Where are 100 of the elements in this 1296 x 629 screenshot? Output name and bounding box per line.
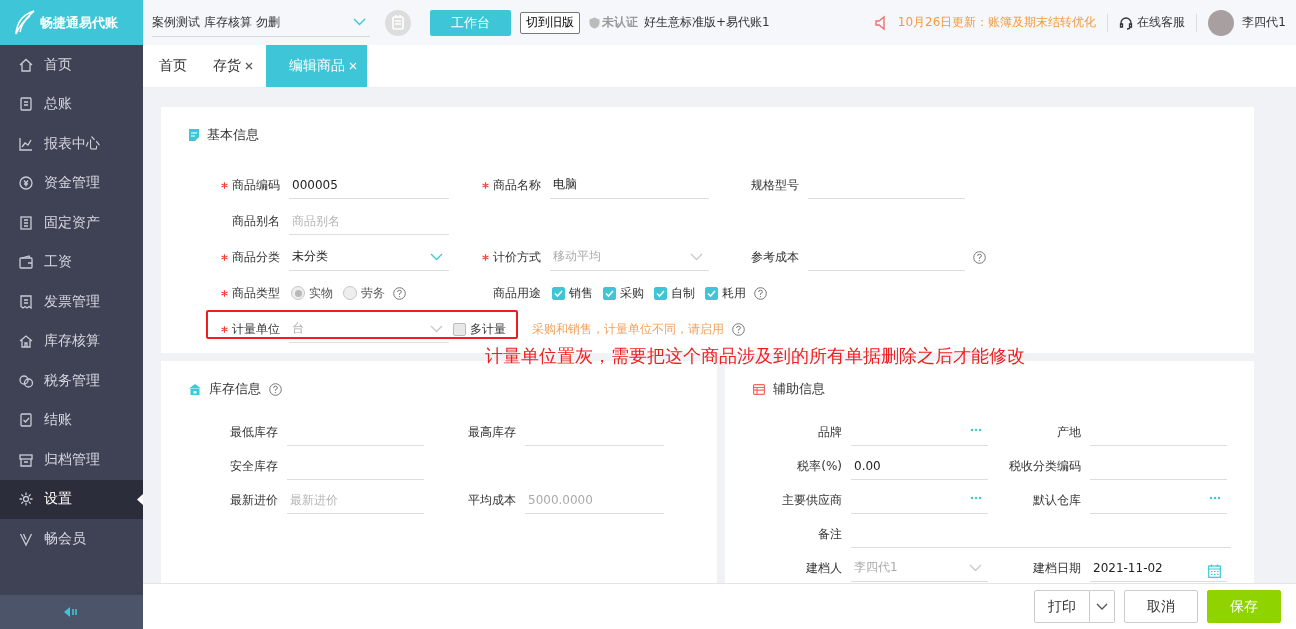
user-name[interactable]: 李四代1 [1242,14,1286,31]
field-label: 最新进价 [229,491,279,509]
field-label: 商品类型 [161,284,285,302]
required-mark-icon [221,181,228,189]
input-field[interactable]: 最新进价 [287,486,424,514]
required-mark-icon [482,253,489,261]
collapse-bar[interactable] [0,595,143,629]
document-check-icon [18,412,34,429]
field-label: 安全库存 [229,457,279,475]
field-label: 产地 [1056,423,1082,441]
print-button[interactable]: 打印 [1034,590,1090,623]
sidebar-item[interactable]: 固定资产 [0,203,143,243]
gear-icon [18,491,34,508]
required-mark-icon [221,253,228,261]
sidebar-item[interactable]: 发票管理 [0,282,143,322]
coin-icon [18,175,34,192]
section-title: 辅助信息 [773,380,825,398]
sidebar-item[interactable]: 工资 [0,242,143,282]
collapse-arrow-icon [63,607,80,617]
checkbox[interactable] [603,286,616,300]
field-label: 参考成本 [750,248,800,266]
shield-icon [589,16,600,29]
section-title: 库存信息 [209,380,261,398]
calendar-icon[interactable] [1208,563,1221,578]
house-icon [189,383,201,395]
house-icon [18,333,34,350]
help-icon[interactable] [754,286,767,300]
pointer-icon [137,493,143,505]
support-link[interactable]: 在线客服 [1137,14,1186,31]
checkbox[interactable] [654,286,667,300]
checkbox-label: 销售 [569,284,593,302]
sidebar-item[interactable]: 报表中心 [0,124,143,164]
home-icon [18,56,34,73]
field-label: 品牌 [817,423,843,441]
select-field[interactable]: 未分类 [289,243,449,271]
chevron-down-icon [1096,602,1108,611]
chevron-down-icon [969,563,982,572]
account-select[interactable]: 案例测试 库存核算 勿删 [152,8,370,37]
field-label: 商品用途 [492,284,542,302]
sidebar-item[interactable]: 畅会员 [0,519,143,559]
checkbox-label: 耗用 [722,284,746,302]
field-label: 建档日期 [1032,559,1082,577]
checkbox[interactable] [705,286,718,300]
cert-status: 未认证 [602,14,638,31]
field-label: 主要供应商 [781,491,843,509]
help-icon[interactable] [269,382,282,396]
chevron-down-icon [430,324,443,333]
checkbox[interactable] [552,286,565,300]
old-version-button[interactable]: 切到旧版 [520,11,580,34]
calendar-round-icon[interactable] [384,8,412,37]
close-icon[interactable] [245,62,253,70]
required-mark-icon [221,289,228,297]
avatar-icon[interactable] [1208,9,1235,36]
sidebar-item[interactable]: 总账 [0,84,143,124]
chevron-down-icon [353,18,366,26]
field-label: 商品名称 [449,176,546,194]
sidebar-item[interactable]: 归档管理 [0,440,143,480]
tab[interactable]: 存货 [200,45,266,87]
sidebar-item[interactable]: 设置 [0,479,143,519]
input-field[interactable]: 商品别名 [289,207,449,235]
input-field[interactable]: 电脑 [550,171,709,199]
input-field[interactable]: 0.00 [851,452,988,480]
input-field[interactable]: 000005 [289,171,449,199]
sidebar-item[interactable]: 库存核算 [0,321,143,361]
help-icon[interactable] [973,250,986,264]
checkbox-label: 自制 [671,284,695,302]
cancel-button[interactable]: 取消 [1124,590,1198,623]
annotation-text: 计量单位置灰，需要把这个商品涉及到的所有单据删除之后才能修改 [485,344,1025,368]
wallet-icon [18,254,34,271]
more-icon[interactable] [1209,495,1221,500]
more-icon[interactable] [970,427,982,432]
sidebar-item[interactable]: 税务管理 [0,361,143,401]
field-label: 商品别名 [231,212,281,230]
field-label: 税收分类编码 [1008,457,1082,475]
radio-label: 劳务 [361,284,385,302]
checkbox-label: 多计量 [470,320,506,338]
tab[interactable]: 首页 [146,45,200,87]
sidebar-item[interactable]: 首页 [0,45,143,85]
print-dropdown-button[interactable] [1090,590,1115,623]
coins-icon [18,372,34,389]
chevron-down-icon [690,252,703,261]
logo-text: 畅捷通易代账 [40,13,118,32]
field-label: 计量单位 [161,320,285,338]
feather-logo-icon [14,9,36,36]
receipt-icon [18,293,34,310]
date-field[interactable]: 2021-11-02 [1090,554,1227,582]
field-label: 税率(%) [796,457,843,475]
field-label: 最低库存 [229,423,279,441]
document-icon [189,129,199,141]
required-mark-icon [482,181,489,189]
field-label: 商品编码 [161,176,285,194]
sidebar-item[interactable]: 结账 [0,400,143,440]
headset-icon [1119,15,1134,30]
radio-label: 实物 [309,284,333,302]
edition-text: 好生意标准版+易代账1 [644,14,770,31]
checkbox-label: 采购 [620,284,644,302]
field-label: 默认仓库 [1032,491,1082,509]
hint-text: 采购和销售，计量单位不同，请启用 [532,320,724,338]
more-icon[interactable] [970,495,982,500]
sidebar-item[interactable]: 资金管理 [0,163,143,203]
